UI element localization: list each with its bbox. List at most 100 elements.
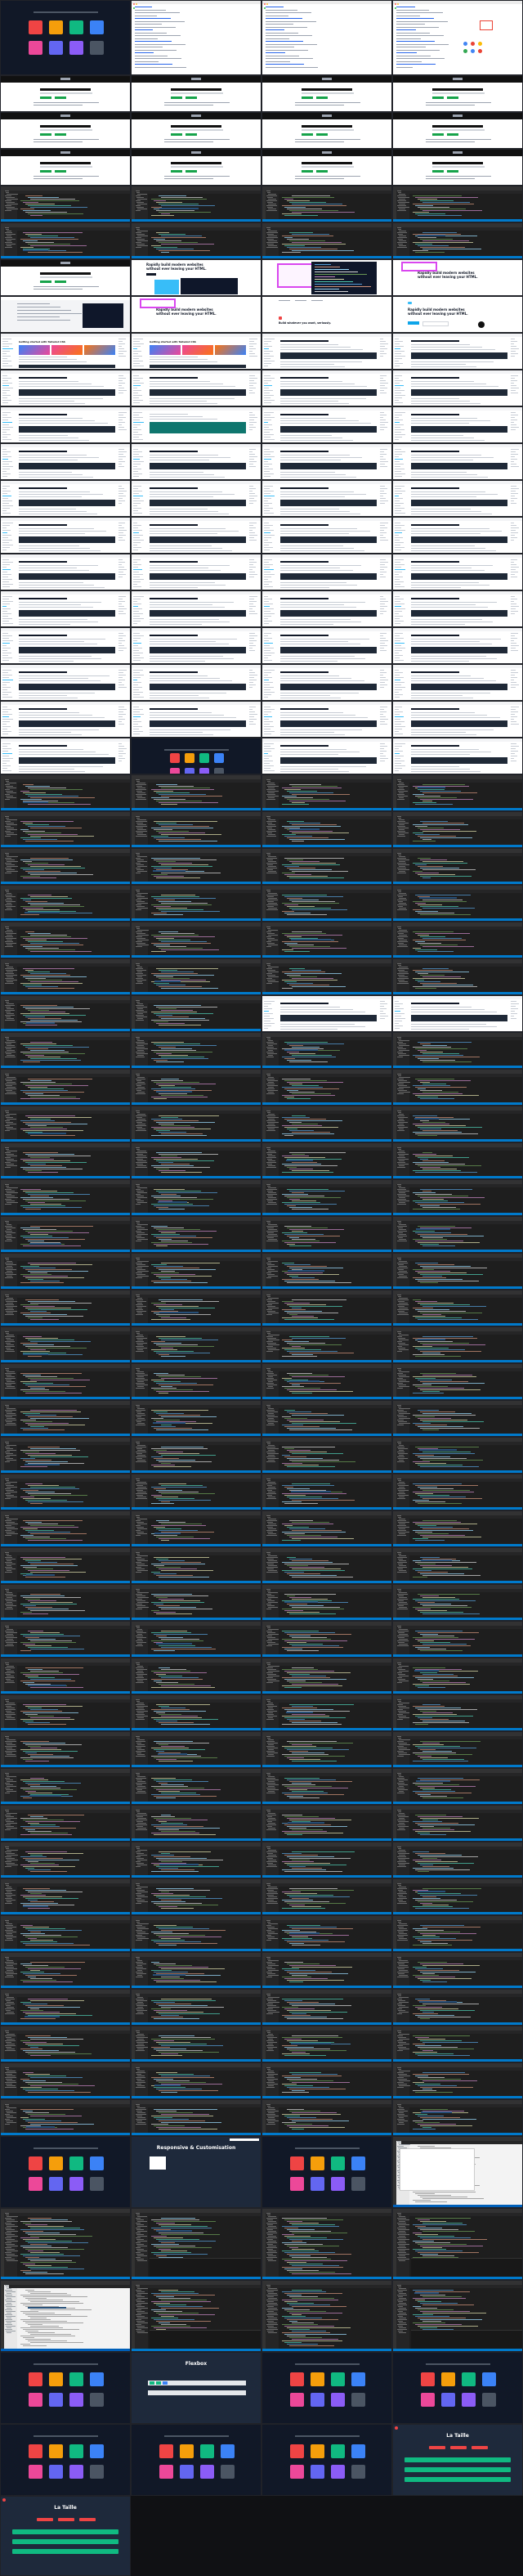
toc-link[interactable] <box>511 449 519 450</box>
sidebar-link[interactable] <box>2 540 12 541</box>
explorer-item[interactable] <box>397 1351 402 1352</box>
sidebar-link[interactable] <box>264 763 270 764</box>
sidebar-link[interactable] <box>2 623 13 624</box>
docs-sidebar[interactable] <box>395 633 406 662</box>
toc-link[interactable] <box>380 456 383 457</box>
on-this-page[interactable] <box>249 670 259 698</box>
explorer-sidebar[interactable] <box>4 1368 17 1397</box>
explorer-item[interactable] <box>137 908 148 909</box>
toc-link[interactable] <box>249 351 253 352</box>
sidebar-link[interactable] <box>395 375 402 376</box>
explorer-item[interactable] <box>267 864 273 865</box>
explorer-item[interactable] <box>136 973 143 974</box>
toc-link[interactable] <box>118 724 124 725</box>
explorer-item[interactable] <box>6 1200 15 1201</box>
explorer-item[interactable] <box>398 1269 404 1270</box>
explorer-sidebar[interactable] <box>135 1184 148 1213</box>
explorer-item[interactable] <box>398 980 405 981</box>
sidebar-link[interactable] <box>264 726 274 727</box>
explorer-item[interactable] <box>6 869 15 870</box>
explorer-item[interactable] <box>5 1378 16 1379</box>
sidebar-link[interactable] <box>2 476 7 477</box>
toc-link[interactable] <box>118 527 124 528</box>
explorer-item[interactable] <box>6 197 15 198</box>
file-listing-line[interactable] <box>135 41 172 42</box>
toc-link[interactable] <box>380 351 384 352</box>
toc-link[interactable] <box>118 709 127 710</box>
explorer-sidebar[interactable] <box>135 1552 148 1581</box>
toc-link[interactable] <box>511 714 515 715</box>
code-block[interactable] <box>411 389 507 396</box>
toc-link[interactable] <box>249 562 257 563</box>
explorer-item[interactable] <box>267 1421 278 1422</box>
toc-link[interactable] <box>380 486 385 487</box>
file-listing-line[interactable] <box>135 26 176 28</box>
sidebar-link[interactable] <box>2 633 8 634</box>
code-block[interactable] <box>411 610 507 617</box>
file-listing-line[interactable] <box>266 26 307 28</box>
docs-navbar[interactable] <box>262 481 391 484</box>
file-listing-line[interactable] <box>135 9 166 11</box>
explorer-item[interactable] <box>399 1413 410 1414</box>
code-block[interactable] <box>411 536 507 543</box>
explorer-item[interactable] <box>399 1271 407 1272</box>
explorer-item[interactable] <box>6 906 16 907</box>
explorer-item[interactable] <box>266 1567 278 1568</box>
toc-link[interactable] <box>380 1003 387 1004</box>
toc-link[interactable] <box>511 461 514 462</box>
toc-link[interactable] <box>380 1006 384 1007</box>
explorer-item[interactable] <box>268 1202 276 1203</box>
sidebar-link[interactable] <box>2 527 7 528</box>
explorer-item[interactable] <box>266 1336 273 1337</box>
explorer-item[interactable] <box>398 869 409 870</box>
editor-tabs[interactable] <box>270 1074 391 1077</box>
explorer-item[interactable] <box>5 1015 15 1016</box>
explorer-item[interactable] <box>399 1202 405 1203</box>
code-editor[interactable] <box>282 1447 388 1469</box>
sidebar-link[interactable] <box>395 601 400 602</box>
sidebar-link[interactable] <box>2 611 7 612</box>
explorer-item[interactable] <box>398 1495 409 1496</box>
sidebar-link[interactable] <box>133 584 137 585</box>
toc-link[interactable] <box>511 719 514 720</box>
explorer-sidebar[interactable] <box>396 927 409 955</box>
sidebar-link[interactable] <box>2 400 11 401</box>
explorer-item[interactable] <box>267 1085 278 1086</box>
explorer-sidebar[interactable] <box>135 1331 148 1360</box>
explorer-item[interactable] <box>6 896 16 897</box>
explorer-item[interactable] <box>399 1344 409 1345</box>
explorer-item[interactable] <box>399 866 405 867</box>
code-editor[interactable] <box>282 1263 388 1285</box>
sidebar-link[interactable] <box>264 724 270 725</box>
toc-link[interactable] <box>380 751 387 752</box>
code-editor[interactable] <box>151 232 257 254</box>
file-listing-line[interactable] <box>396 52 417 53</box>
editor-tabs[interactable] <box>401 1147 522 1151</box>
sidebar-link[interactable] <box>395 540 400 541</box>
explorer-item[interactable] <box>6 1306 17 1307</box>
explorer-item[interactable] <box>397 247 407 248</box>
sidebar-link[interactable] <box>395 613 399 614</box>
file-listing-line[interactable] <box>266 18 302 19</box>
explorer-item[interactable] <box>267 896 274 897</box>
sidebar-link[interactable] <box>133 432 138 433</box>
explorer-item[interactable] <box>7 792 16 793</box>
explorer-item[interactable] <box>268 1276 278 1277</box>
explorer-item[interactable] <box>267 933 275 934</box>
sidebar-link[interactable] <box>133 459 140 460</box>
sidebar-link[interactable] <box>395 449 401 450</box>
toc-link[interactable] <box>118 569 127 570</box>
explorer-item[interactable] <box>268 792 275 793</box>
sidebar-link[interactable] <box>133 456 143 457</box>
explorer-item[interactable] <box>136 1226 141 1227</box>
sidebar-link[interactable] <box>395 650 402 651</box>
explorer-item[interactable] <box>6 1085 12 1086</box>
sidebar-link[interactable] <box>264 731 275 732</box>
docs-navbar[interactable] <box>262 444 391 447</box>
explorer-item[interactable] <box>137 1040 144 1041</box>
docs-sidebar[interactable] <box>264 596 275 625</box>
code-editor[interactable] <box>413 1079 519 1101</box>
explorer-item[interactable] <box>266 1493 276 1494</box>
explorer-sidebar[interactable] <box>135 1000 148 1029</box>
explorer-item[interactable] <box>266 1530 277 1531</box>
